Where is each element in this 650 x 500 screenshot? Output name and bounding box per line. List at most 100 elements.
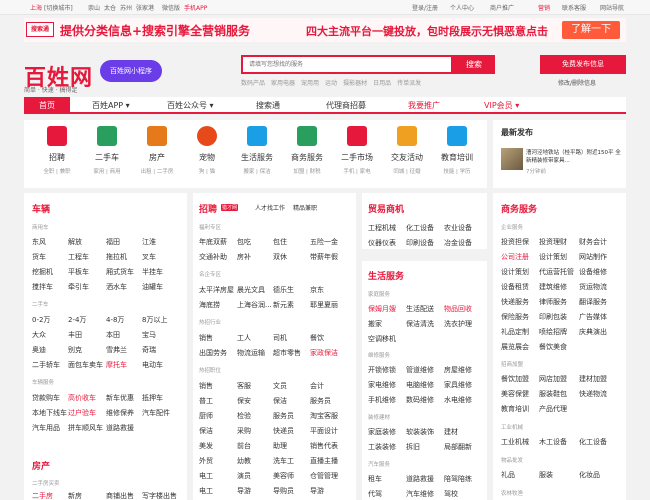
category-link[interactable]: 局部翻新 xyxy=(444,442,472,452)
hot-link[interactable]: 家用电器 xyxy=(271,80,295,87)
category-link[interactable]: 物流运输 xyxy=(237,348,265,358)
category-link[interactable]: 导游 xyxy=(237,486,251,496)
category-link[interactable]: 奥迪 xyxy=(32,345,46,355)
category-link[interactable]: 0-2万 xyxy=(32,315,50,325)
category-link[interactable]: 销售代表 xyxy=(310,441,338,451)
category-link[interactable]: 包吃 xyxy=(237,237,251,247)
category-link[interactable]: 工业机械 xyxy=(501,437,529,447)
area-link[interactable]: 崇山 xyxy=(88,3,100,12)
category-link[interactable]: 货车 xyxy=(32,252,46,262)
marketing-link[interactable]: 营销 xyxy=(538,3,550,12)
category-link[interactable]: 化工设备 xyxy=(406,223,434,233)
category-link[interactable]: 贷款购车 xyxy=(32,393,60,403)
category-link[interactable]: 快递员 xyxy=(273,426,294,436)
category-link[interactable]: 年底双薪 xyxy=(199,237,227,247)
category-link[interactable]: 摩托车 xyxy=(106,360,127,370)
category-link[interactable]: 快递服务 xyxy=(501,297,529,307)
category-link[interactable]: 房补 xyxy=(237,252,251,262)
category-link[interactable]: 搅拌车 xyxy=(32,282,53,292)
category-link[interactable]: 工程车 xyxy=(68,252,89,262)
nav-official-account[interactable]: 百姓公众号 ▾ xyxy=(167,100,214,111)
tab-find-job[interactable]: 人才找工作 xyxy=(255,203,285,212)
category-link[interactable]: 公司注册 xyxy=(501,252,529,262)
nav-agent-recruit[interactable]: 代理商招募 xyxy=(326,100,366,111)
category-link[interactable]: 农业设备 xyxy=(444,223,472,233)
category-link[interactable]: 设备租赁 xyxy=(501,282,529,292)
category-link[interactable]: 商铺出售 xyxy=(106,491,134,500)
category-link[interactable]: 拖拉机 xyxy=(106,252,127,262)
category-link[interactable]: 餐饮 xyxy=(310,333,324,343)
category-link[interactable]: 代运营托管 xyxy=(539,267,574,277)
category-link[interactable]: 设计策划 xyxy=(539,252,567,262)
nav-search-tong[interactable]: 搜索通 xyxy=(256,100,280,111)
category-link[interactable]: 拆旧 xyxy=(406,442,420,452)
category-link[interactable]: 东风 xyxy=(32,237,46,247)
category-link[interactable]: 洒水车 xyxy=(106,282,127,292)
category-link[interactable]: 物品回收 xyxy=(444,304,472,314)
category-link[interactable]: 新车优惠 xyxy=(106,393,134,403)
category-used-cars[interactable]: 二手车 家用 | 商用 xyxy=(82,126,132,175)
nav-app[interactable]: 百姓APP ▾ xyxy=(92,100,130,111)
category-link[interactable]: 印刷包装 xyxy=(539,312,567,322)
category-link[interactable]: 工装装修 xyxy=(368,442,396,452)
category-link[interactable]: 上海谷润... xyxy=(237,300,272,310)
category-link[interactable]: 二手轿车 xyxy=(32,360,60,370)
category-link[interactable]: 快递物流 xyxy=(579,389,607,399)
category-link[interactable]: 水电维修 xyxy=(444,395,472,405)
category-link[interactable]: 挖掘机 xyxy=(32,267,53,277)
category-link[interactable]: 设备维修 xyxy=(579,267,607,277)
category-link[interactable]: 淘宝客服 xyxy=(310,411,338,421)
merchant-promo-link[interactable]: 商户推广 xyxy=(490,3,514,12)
category-link[interactable]: 检验 xyxy=(237,411,251,421)
category-link[interactable]: 洗衣护理 xyxy=(444,319,472,329)
category-link[interactable]: 律师服务 xyxy=(539,297,567,307)
category-link[interactable]: 管道维修 xyxy=(406,365,434,375)
free-post-button[interactable]: 免费发布信息 xyxy=(540,55,626,74)
category-link[interactable]: 太平洋房屋 xyxy=(199,285,234,295)
category-link[interactable]: 奇瑞 xyxy=(142,345,156,355)
category-link[interactable]: 双休 xyxy=(273,252,287,262)
hot-link[interactable]: 传单派发 xyxy=(397,80,421,87)
category-link[interactable]: 教育培训 xyxy=(501,404,529,414)
category-link[interactable]: 五险一金 xyxy=(310,237,338,247)
category-link[interactable]: 保洁清洗 xyxy=(406,319,434,329)
category-link[interactable]: 化妆品 xyxy=(579,470,600,480)
category-link[interactable]: 直播主播 xyxy=(310,456,338,466)
category-link[interactable]: 餐饮美食 xyxy=(539,342,567,352)
hot-link[interactable]: 宠用用 xyxy=(301,80,319,87)
category-link[interactable]: 服务员 xyxy=(310,396,331,406)
category-link[interactable]: 开锁修锁 xyxy=(368,365,396,375)
category-link[interactable]: 过户验车 xyxy=(68,408,96,418)
area-link[interactable]: 张家港 xyxy=(136,3,154,12)
hot-link[interactable]: 数码产品 xyxy=(241,80,265,87)
category-link[interactable]: 导游 xyxy=(310,486,324,496)
category-link[interactable]: 采购 xyxy=(237,426,251,436)
category-link[interactable]: 驾校 xyxy=(444,489,458,499)
section-title-life[interactable]: 生活服务 xyxy=(368,269,404,282)
category-social[interactable]: 交友活动 同城 | 征婚 xyxy=(382,126,432,175)
hunter-tab[interactable]: 猎才网 xyxy=(221,204,239,211)
category-link[interactable]: 司机 xyxy=(273,333,287,343)
promo-banner[interactable]: 搜索通 提供分类信息+搜索引擎全营销服务 四大主流平台一键投放，包时段展示无惧恶… xyxy=(24,18,626,42)
category-link[interactable]: 面包车卖车 xyxy=(68,360,103,370)
category-link[interactable]: 保洁 xyxy=(199,426,213,436)
category-link[interactable]: 德乐生 xyxy=(273,285,294,295)
category-link[interactable]: 文员 xyxy=(273,381,287,391)
current-city[interactable]: 上海 xyxy=(30,3,42,12)
category-link[interactable]: 家电维修 xyxy=(368,380,396,390)
category-link[interactable]: 厢式货车 xyxy=(106,267,134,277)
category-life-services[interactable]: 生活服务 搬家 | 保洁 xyxy=(232,126,282,175)
category-link[interactable]: 翻译服务 xyxy=(579,297,607,307)
category-link[interactable]: 工程机械 xyxy=(368,223,396,233)
category-link[interactable]: 礼品定制 xyxy=(501,327,529,337)
category-link[interactable]: 喷绘招牌 xyxy=(539,327,567,337)
category-link[interactable]: 广告媒体 xyxy=(579,312,607,322)
category-link[interactable]: 投资理财 xyxy=(539,237,567,247)
category-link[interactable]: 货运物流 xyxy=(579,282,607,292)
category-link[interactable]: 江淮 xyxy=(142,237,156,247)
category-link[interactable]: 福田 xyxy=(106,237,120,247)
category-link[interactable]: 建材加盟 xyxy=(579,374,607,384)
category-link[interactable]: 拼车顺风车 xyxy=(68,423,103,433)
category-link[interactable]: 搬家 xyxy=(368,319,382,329)
category-link[interactable]: 厨师 xyxy=(199,411,213,421)
